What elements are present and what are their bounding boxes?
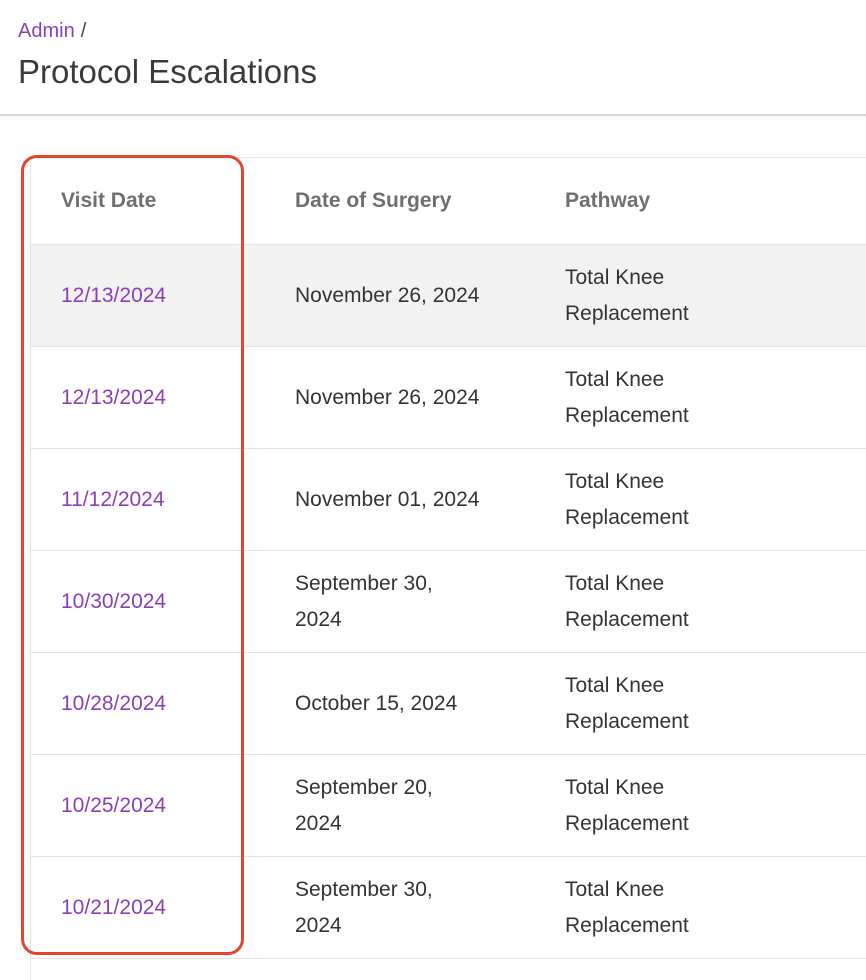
surgery-date-cell: November 01, 2024 bbox=[295, 487, 480, 511]
column-header-date-of-surgery[interactable]: Date of Surgery bbox=[295, 158, 535, 244]
pathway-cell: Total Knee Replacement bbox=[565, 265, 689, 325]
visit-date-cell: 10/30/2024 bbox=[61, 551, 271, 652]
surgery-date-cell: September 30, 2024 bbox=[295, 571, 433, 631]
breadcrumb-separator: / bbox=[80, 20, 87, 42]
visit-date-link[interactable]: 10/21/2024 bbox=[61, 890, 166, 926]
visit-date-cell: 10/28/2024 bbox=[61, 653, 271, 754]
column-header-visit-date[interactable]: Visit Date bbox=[61, 158, 271, 244]
pathway-cell: Total Knee Replacement bbox=[565, 469, 689, 529]
pathway-cell: Total Knee Replacement bbox=[565, 877, 689, 937]
table-header-row: Visit Date Date of Surgery Pathway bbox=[31, 158, 866, 245]
surgery-date-cell: September 20, 2024 bbox=[295, 775, 433, 835]
visit-date-cell: 11/12/2024 bbox=[61, 449, 271, 550]
table-row[interactable]: 12/13/2024 November 26, 2024 Total Knee … bbox=[31, 347, 866, 449]
table-row[interactable]: 10/28/2024 October 15, 2024 Total Knee R… bbox=[31, 653, 866, 755]
table-row[interactable]: 10/25/2024 September 20, 2024 Total Knee… bbox=[31, 755, 866, 857]
breadcrumb: Admin / bbox=[18, 19, 86, 43]
visit-date-link[interactable]: 12/13/2024 bbox=[61, 380, 166, 416]
visit-date-cell: 12/13/2024 bbox=[61, 347, 271, 448]
table-row[interactable]: 11/12/2024 November 01, 2024 Total Knee … bbox=[31, 449, 866, 551]
pathway-cell: Total Knee Replacement bbox=[565, 367, 689, 427]
visit-date-link[interactable]: 10/25/2024 bbox=[61, 788, 166, 824]
table-row[interactable]: 10/21/2024 September 30, 2024 Total Knee… bbox=[31, 857, 866, 959]
page-header: Admin / Protocol Escalations bbox=[0, 0, 866, 116]
visit-date-cell: 12/13/2024 bbox=[61, 245, 271, 346]
table-row[interactable]: 12/13/2024 November 26, 2024 Total Knee … bbox=[31, 245, 866, 347]
page-title: Protocol Escalations bbox=[18, 53, 317, 90]
surgery-date-cell: September 30, 2024 bbox=[295, 877, 433, 937]
visit-date-link[interactable]: 10/30/2024 bbox=[61, 584, 166, 620]
column-header-pathway[interactable]: Pathway bbox=[565, 158, 845, 244]
surgery-date-cell: October 15, 2024 bbox=[295, 691, 458, 715]
visit-date-cell: 10/21/2024 bbox=[61, 857, 271, 958]
pathway-cell: Total Knee Replacement bbox=[565, 775, 689, 835]
visit-date-cell: 10/25/2024 bbox=[61, 755, 271, 856]
pathway-cell: Total Knee Replacement bbox=[565, 571, 689, 631]
visit-date-link[interactable]: 10/28/2024 bbox=[61, 686, 166, 722]
escalations-table: Visit Date Date of Surgery Pathway 12/13… bbox=[30, 157, 866, 980]
visit-date-link[interactable]: 11/12/2024 bbox=[61, 482, 165, 518]
pathway-cell: Total Knee Replacement bbox=[565, 673, 689, 733]
surgery-date-cell: November 26, 2024 bbox=[295, 283, 480, 307]
surgery-date-cell: November 26, 2024 bbox=[295, 385, 480, 409]
visit-date-link[interactable]: 12/13/2024 bbox=[61, 278, 166, 314]
breadcrumb-admin-link[interactable]: Admin bbox=[18, 20, 75, 42]
table-row[interactable]: 10/30/2024 September 30, 2024 Total Knee… bbox=[31, 551, 866, 653]
